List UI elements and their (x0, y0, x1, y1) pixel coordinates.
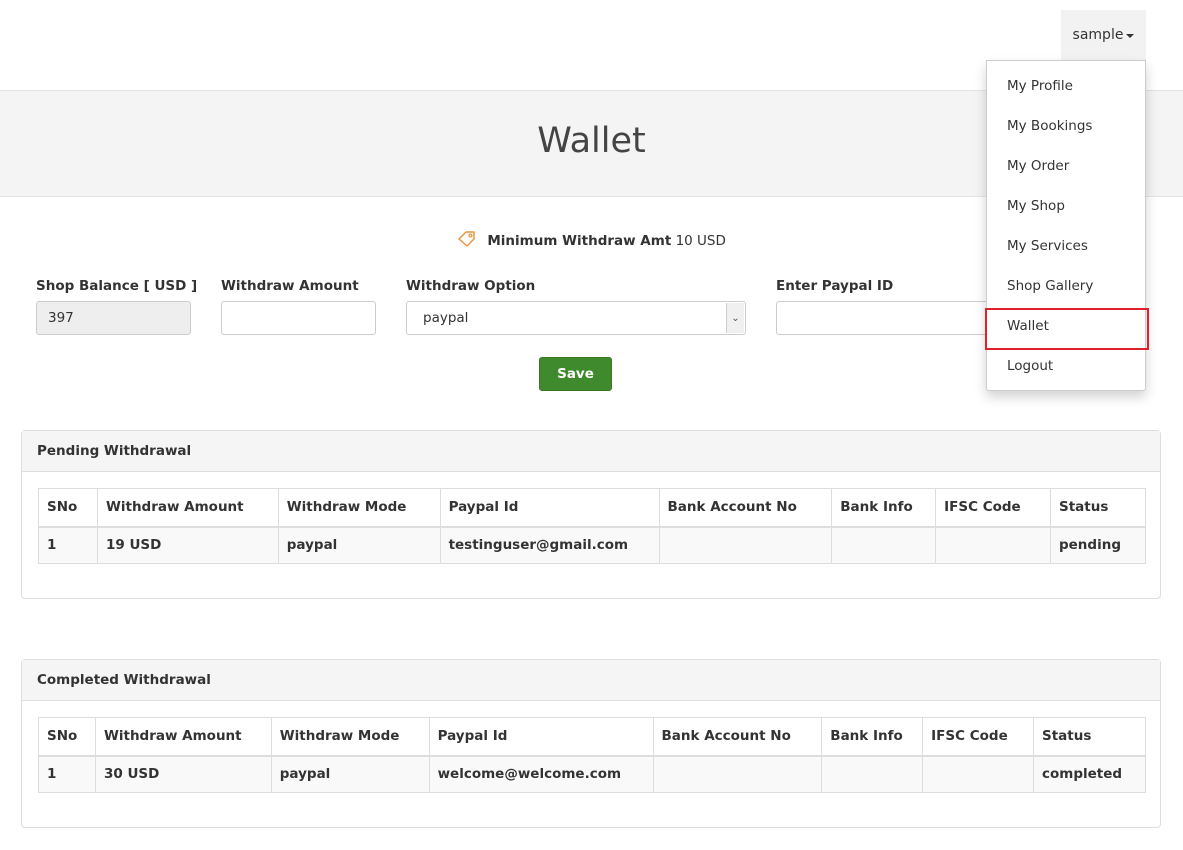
paypal-id-input[interactable] (776, 301, 996, 335)
caret-down-icon (1126, 34, 1135, 38)
chevron-down-icon[interactable]: ⌄ (726, 303, 744, 333)
table-cell (922, 755, 1034, 793)
table-cell: paypal (270, 755, 430, 793)
column-header: SNo (38, 488, 98, 528)
column-header: SNo (38, 717, 96, 757)
user-dropdown-menu: My Profile My Bookings My Order My Shop … (986, 60, 1146, 391)
table-cell (831, 526, 937, 564)
table-cell: completed (1033, 755, 1146, 793)
column-header: Status (1049, 488, 1147, 528)
table-header-row: SNo Withdraw Amount Withdraw Mode Paypal… (38, 488, 1147, 528)
table-cell: 19 USD (96, 526, 279, 564)
menu-item-my-shop[interactable]: My Shop (987, 186, 1145, 226)
paypal-id-label: Enter Paypal ID (776, 278, 894, 294)
table-cell: welcome@welcome.com (428, 755, 654, 793)
menu-item-shop-gallery[interactable]: Shop Gallery (987, 266, 1145, 306)
column-header: Paypal Id (439, 488, 660, 528)
table-cell: 1 (38, 526, 98, 564)
table-cell: testinguser@gmail.com (439, 526, 660, 564)
column-header: Bank Info (821, 717, 924, 757)
min-withdraw-amount: 10 USD (675, 233, 726, 249)
pending-withdrawal-title: Pending Withdrawal (22, 431, 1160, 472)
menu-item-my-services[interactable]: My Services (987, 226, 1145, 266)
table-cell: paypal (277, 526, 441, 564)
tag-icon (457, 230, 477, 252)
menu-item-my-order[interactable]: My Order (987, 146, 1145, 186)
save-button[interactable]: Save (539, 357, 612, 391)
withdraw-amount-input[interactable] (221, 301, 376, 335)
column-header: Withdraw Mode (270, 717, 430, 757)
table-header-row: SNo Withdraw Amount Withdraw Mode Paypal… (38, 717, 1146, 757)
column-header: IFSC Code (935, 488, 1051, 528)
table-cell: pending (1049, 526, 1147, 564)
withdraw-option-value: paypal (423, 310, 469, 326)
column-header: Withdraw Mode (277, 488, 441, 528)
withdraw-option-select[interactable]: paypal ⌄ (406, 301, 746, 335)
column-header: Bank Account No (658, 488, 833, 528)
column-header: Withdraw Amount (94, 717, 272, 757)
table-cell (821, 755, 924, 793)
column-header: Status (1033, 717, 1146, 757)
column-header: Withdraw Amount (96, 488, 279, 528)
table-cell: 30 USD (94, 755, 272, 793)
table-cell (652, 755, 823, 793)
completed-withdrawal-table: SNo Withdraw Amount Withdraw Mode Paypal… (38, 717, 1146, 793)
table-cell: 1 (38, 755, 96, 793)
withdraw-amount-label: Withdraw Amount (221, 278, 359, 294)
column-header: Bank Info (831, 488, 937, 528)
menu-item-logout[interactable]: Logout (987, 346, 1145, 386)
shop-balance-label: Shop Balance [ USD ] (36, 278, 198, 294)
user-menu-toggle[interactable]: sample (1061, 10, 1146, 60)
menu-item-my-profile[interactable]: My Profile (987, 66, 1145, 106)
completed-withdrawal-panel: Completed Withdrawal SNo Withdraw Amount… (21, 659, 1161, 828)
menu-item-wallet[interactable]: Wallet (987, 306, 1145, 346)
pending-withdrawal-table: SNo Withdraw Amount Withdraw Mode Paypal… (38, 488, 1147, 564)
table-cell (935, 526, 1051, 564)
table-row: 1 19 USD paypal testinguser@gmail.com pe… (38, 526, 1147, 564)
column-header: Paypal Id (428, 717, 654, 757)
table-row: 1 30 USD paypal welcome@welcome.com comp… (38, 755, 1146, 793)
table-cell (658, 526, 833, 564)
pending-withdrawal-panel: Pending Withdrawal SNo Withdraw Amount W… (21, 430, 1161, 599)
column-header: IFSC Code (922, 717, 1034, 757)
completed-withdrawal-title: Completed Withdrawal (22, 660, 1160, 701)
column-header: Bank Account No (652, 717, 823, 757)
menu-item-my-bookings[interactable]: My Bookings (987, 106, 1145, 146)
user-menu-label: sample (1072, 27, 1124, 43)
shop-balance-field: 397 (36, 301, 191, 335)
withdraw-option-label: Withdraw Option (406, 278, 536, 294)
min-withdraw-label: Minimum Withdraw Amt (487, 233, 672, 249)
